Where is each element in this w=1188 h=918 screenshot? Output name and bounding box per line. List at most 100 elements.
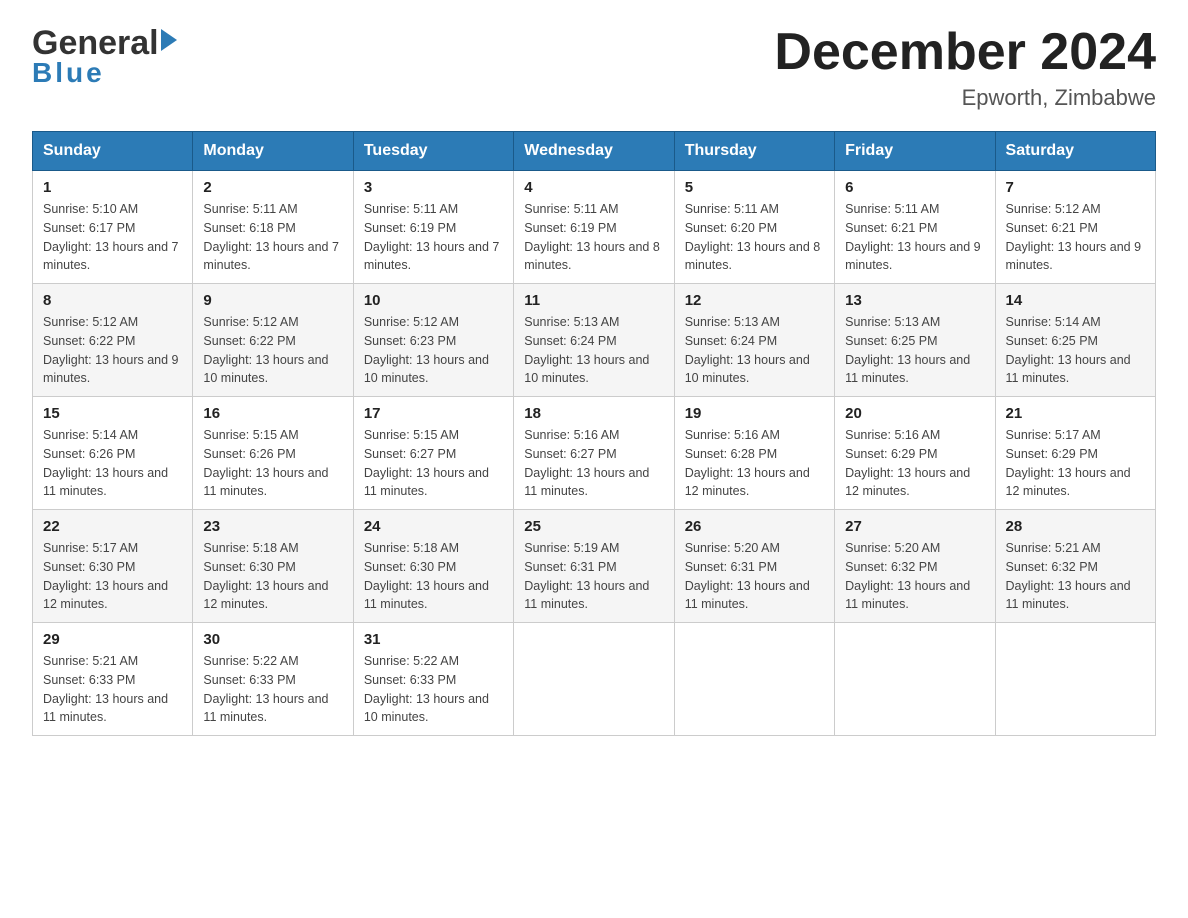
day-info: Sunrise: 5:17 AMSunset: 6:29 PMDaylight:… (1006, 428, 1131, 498)
day-info: Sunrise: 5:18 AMSunset: 6:30 PMDaylight:… (203, 541, 328, 611)
day-info: Sunrise: 5:18 AMSunset: 6:30 PMDaylight:… (364, 541, 489, 611)
calendar-cell: 29 Sunrise: 5:21 AMSunset: 6:33 PMDaylig… (33, 623, 193, 736)
header-saturday: Saturday (995, 132, 1155, 171)
day-number: 7 (1006, 179, 1145, 196)
day-info: Sunrise: 5:13 AMSunset: 6:24 PMDaylight:… (685, 315, 810, 385)
day-info: Sunrise: 5:12 AMSunset: 6:22 PMDaylight:… (203, 315, 328, 385)
calendar-cell: 6 Sunrise: 5:11 AMSunset: 6:21 PMDayligh… (835, 171, 995, 284)
calendar-cell: 8 Sunrise: 5:12 AMSunset: 6:22 PMDayligh… (33, 284, 193, 397)
calendar-cell: 9 Sunrise: 5:12 AMSunset: 6:22 PMDayligh… (193, 284, 353, 397)
calendar-cell: 3 Sunrise: 5:11 AMSunset: 6:19 PMDayligh… (353, 171, 513, 284)
day-info: Sunrise: 5:15 AMSunset: 6:27 PMDaylight:… (364, 428, 489, 498)
calendar-cell: 1 Sunrise: 5:10 AMSunset: 6:17 PMDayligh… (33, 171, 193, 284)
day-info: Sunrise: 5:17 AMSunset: 6:30 PMDaylight:… (43, 541, 168, 611)
day-info: Sunrise: 5:12 AMSunset: 6:21 PMDaylight:… (1006, 202, 1142, 272)
day-info: Sunrise: 5:16 AMSunset: 6:27 PMDaylight:… (524, 428, 649, 498)
calendar-cell (995, 623, 1155, 736)
day-info: Sunrise: 5:20 AMSunset: 6:32 PMDaylight:… (845, 541, 970, 611)
day-info: Sunrise: 5:16 AMSunset: 6:29 PMDaylight:… (845, 428, 970, 498)
week-row-2: 8 Sunrise: 5:12 AMSunset: 6:22 PMDayligh… (33, 284, 1156, 397)
calendar-cell: 4 Sunrise: 5:11 AMSunset: 6:19 PMDayligh… (514, 171, 674, 284)
day-info: Sunrise: 5:12 AMSunset: 6:23 PMDaylight:… (364, 315, 489, 385)
calendar-cell: 2 Sunrise: 5:11 AMSunset: 6:18 PMDayligh… (193, 171, 353, 284)
calendar-cell: 5 Sunrise: 5:11 AMSunset: 6:20 PMDayligh… (674, 171, 834, 284)
day-number: 6 (845, 179, 984, 196)
header-friday: Friday (835, 132, 995, 171)
header-monday: Monday (193, 132, 353, 171)
day-info: Sunrise: 5:11 AMSunset: 6:21 PMDaylight:… (845, 202, 981, 272)
header-sunday: Sunday (33, 132, 193, 171)
day-info: Sunrise: 5:10 AMSunset: 6:17 PMDaylight:… (43, 202, 179, 272)
calendar-cell: 17 Sunrise: 5:15 AMSunset: 6:27 PMDaylig… (353, 397, 513, 510)
header-wednesday: Wednesday (514, 132, 674, 171)
calendar-cell: 30 Sunrise: 5:22 AMSunset: 6:33 PMDaylig… (193, 623, 353, 736)
day-number: 19 (685, 405, 824, 422)
calendar-cell: 31 Sunrise: 5:22 AMSunset: 6:33 PMDaylig… (353, 623, 513, 736)
header-thursday: Thursday (674, 132, 834, 171)
day-number: 21 (1006, 405, 1145, 422)
day-number: 11 (524, 292, 663, 309)
calendar-cell (835, 623, 995, 736)
day-info: Sunrise: 5:19 AMSunset: 6:31 PMDaylight:… (524, 541, 649, 611)
day-info: Sunrise: 5:11 AMSunset: 6:19 PMDaylight:… (524, 202, 660, 272)
logo: General Blue (32, 24, 177, 89)
day-info: Sunrise: 5:13 AMSunset: 6:25 PMDaylight:… (845, 315, 970, 385)
day-number: 29 (43, 631, 182, 648)
calendar-table: Sunday Monday Tuesday Wednesday Thursday… (32, 131, 1156, 736)
calendar-cell: 11 Sunrise: 5:13 AMSunset: 6:24 PMDaylig… (514, 284, 674, 397)
month-title: December 2024 (774, 24, 1156, 81)
day-info: Sunrise: 5:21 AMSunset: 6:33 PMDaylight:… (43, 654, 168, 724)
day-number: 20 (845, 405, 984, 422)
title-section: December 2024 Epworth, Zimbabwe (774, 24, 1156, 111)
day-info: Sunrise: 5:13 AMSunset: 6:24 PMDaylight:… (524, 315, 649, 385)
day-number: 28 (1006, 518, 1145, 535)
calendar-cell: 16 Sunrise: 5:15 AMSunset: 6:26 PMDaylig… (193, 397, 353, 510)
day-number: 12 (685, 292, 824, 309)
logo-arrow-icon (161, 29, 177, 51)
day-number: 30 (203, 631, 342, 648)
day-number: 3 (364, 179, 503, 196)
calendar-cell: 19 Sunrise: 5:16 AMSunset: 6:28 PMDaylig… (674, 397, 834, 510)
calendar-cell: 20 Sunrise: 5:16 AMSunset: 6:29 PMDaylig… (835, 397, 995, 510)
logo-blue-text: Blue (32, 57, 105, 89)
day-info: Sunrise: 5:11 AMSunset: 6:20 PMDaylight:… (685, 202, 821, 272)
day-number: 15 (43, 405, 182, 422)
day-number: 22 (43, 518, 182, 535)
calendar-cell: 28 Sunrise: 5:21 AMSunset: 6:32 PMDaylig… (995, 510, 1155, 623)
calendar-cell: 13 Sunrise: 5:13 AMSunset: 6:25 PMDaylig… (835, 284, 995, 397)
calendar-cell: 14 Sunrise: 5:14 AMSunset: 6:25 PMDaylig… (995, 284, 1155, 397)
page-header: General Blue December 2024 Epworth, Zimb… (32, 24, 1156, 111)
day-number: 23 (203, 518, 342, 535)
calendar-cell: 10 Sunrise: 5:12 AMSunset: 6:23 PMDaylig… (353, 284, 513, 397)
weekday-header-row: Sunday Monday Tuesday Wednesday Thursday… (33, 132, 1156, 171)
day-number: 4 (524, 179, 663, 196)
day-number: 10 (364, 292, 503, 309)
day-number: 18 (524, 405, 663, 422)
calendar-cell (674, 623, 834, 736)
day-info: Sunrise: 5:11 AMSunset: 6:18 PMDaylight:… (203, 202, 339, 272)
day-info: Sunrise: 5:16 AMSunset: 6:28 PMDaylight:… (685, 428, 810, 498)
day-number: 31 (364, 631, 503, 648)
day-info: Sunrise: 5:12 AMSunset: 6:22 PMDaylight:… (43, 315, 179, 385)
calendar-cell: 22 Sunrise: 5:17 AMSunset: 6:30 PMDaylig… (33, 510, 193, 623)
calendar-cell: 15 Sunrise: 5:14 AMSunset: 6:26 PMDaylig… (33, 397, 193, 510)
header-tuesday: Tuesday (353, 132, 513, 171)
day-number: 13 (845, 292, 984, 309)
day-number: 9 (203, 292, 342, 309)
calendar-cell: 18 Sunrise: 5:16 AMSunset: 6:27 PMDaylig… (514, 397, 674, 510)
calendar-cell: 26 Sunrise: 5:20 AMSunset: 6:31 PMDaylig… (674, 510, 834, 623)
week-row-3: 15 Sunrise: 5:14 AMSunset: 6:26 PMDaylig… (33, 397, 1156, 510)
calendar-cell: 27 Sunrise: 5:20 AMSunset: 6:32 PMDaylig… (835, 510, 995, 623)
day-number: 5 (685, 179, 824, 196)
day-number: 27 (845, 518, 984, 535)
day-info: Sunrise: 5:21 AMSunset: 6:32 PMDaylight:… (1006, 541, 1131, 611)
day-info: Sunrise: 5:22 AMSunset: 6:33 PMDaylight:… (364, 654, 489, 724)
location-title: Epworth, Zimbabwe (774, 85, 1156, 111)
week-row-1: 1 Sunrise: 5:10 AMSunset: 6:17 PMDayligh… (33, 171, 1156, 284)
day-number: 17 (364, 405, 503, 422)
calendar-cell: 25 Sunrise: 5:19 AMSunset: 6:31 PMDaylig… (514, 510, 674, 623)
calendar-cell: 24 Sunrise: 5:18 AMSunset: 6:30 PMDaylig… (353, 510, 513, 623)
day-info: Sunrise: 5:14 AMSunset: 6:26 PMDaylight:… (43, 428, 168, 498)
day-number: 2 (203, 179, 342, 196)
day-number: 14 (1006, 292, 1145, 309)
